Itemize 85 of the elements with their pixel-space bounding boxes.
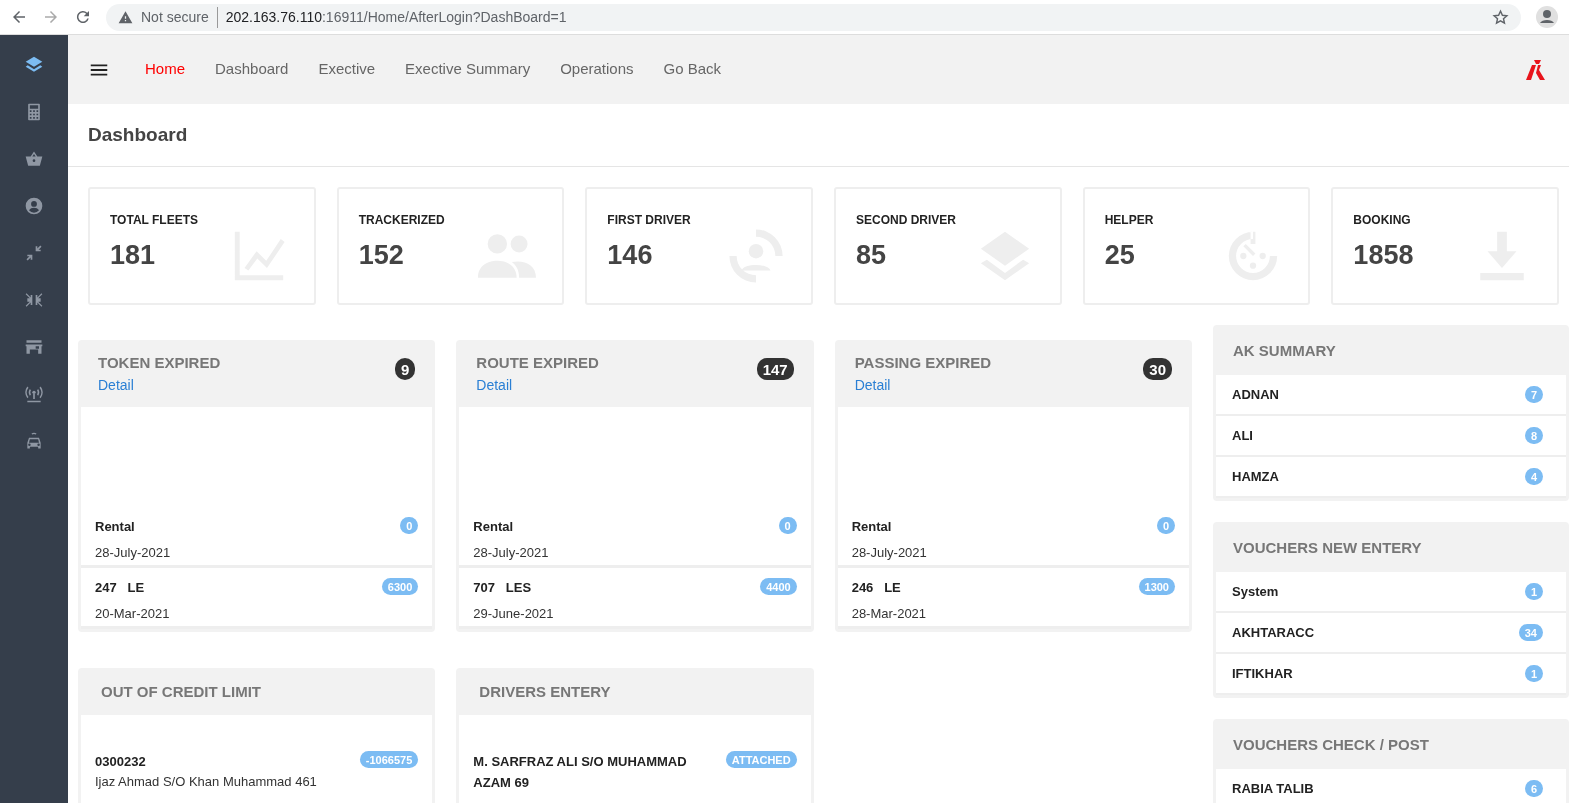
- nav-link[interactable]: Home: [145, 58, 185, 81]
- count-badge: 1: [1524, 583, 1543, 600]
- detail-link[interactable]: Detail: [98, 374, 221, 396]
- nav-link[interactable]: Operations: [560, 58, 634, 81]
- user-name: AKHTARACC: [1232, 623, 1315, 642]
- user-name: ALI: [1232, 426, 1253, 445]
- count-badge: 147: [756, 358, 794, 380]
- stat-label: TOTAL FLEETS: [110, 212, 199, 229]
- count-badge: 7: [1524, 386, 1543, 403]
- collapse-icon[interactable]: [24, 243, 44, 263]
- item-date: 20-Mar-2021: [95, 604, 170, 623]
- user-name: ADNAN: [1232, 385, 1279, 404]
- profile-icon[interactable]: [1535, 5, 1559, 29]
- item-name: M. SARFRAZ ALI S/O MUHAMMAD AZAM 69: [473, 753, 688, 792]
- panel-title: AK SUMMARY: [1233, 341, 1337, 361]
- count-badge: 9: [395, 358, 416, 380]
- panel-title: VOUCHERS NEW ENTERY: [1233, 538, 1423, 558]
- item-detail: Ijaz Ahmad S/O Khan Muhammad 461: [95, 773, 317, 791]
- taxi-icon[interactable]: [24, 431, 44, 451]
- antenna-icon[interactable]: [24, 384, 44, 404]
- status-badge: -1066575: [359, 751, 419, 768]
- page-title: Dashboard: [68, 104, 1569, 167]
- url-text: 202.163.76.110:16911/Home/AfterLogin?DashBoard=1: [225, 7, 567, 27]
- user-name: IFTIKHAR: [1232, 664, 1293, 683]
- account-icon[interactable]: [24, 196, 44, 216]
- forward-icon[interactable]: [42, 8, 60, 26]
- stat-label: FIRST DRIVER: [607, 212, 692, 229]
- item-date: 28-July-2021: [851, 543, 927, 562]
- count-badge: 1: [1524, 665, 1543, 682]
- item-name: 247 LE: [95, 579, 146, 597]
- item-date: 28-July-2021: [473, 543, 549, 562]
- stat-value: 1858: [1353, 239, 1414, 272]
- stat-label: TRACKERIZED: [358, 212, 446, 229]
- nav-link[interactable]: Dashboard: [215, 58, 289, 81]
- item-name: Rental: [95, 518, 136, 536]
- security-label: Not secure: [141, 6, 218, 28]
- item-name: Rental: [473, 518, 515, 536]
- panel-title: OUT OF CREDIT LIMIT: [101, 682, 262, 702]
- item-name: 707 LES: [473, 579, 533, 597]
- stat-label: HELPER: [1104, 212, 1155, 229]
- item-date: 28-July-2021: [95, 543, 171, 562]
- panel-title: VOUCHERS CHECK / POST: [1233, 735, 1430, 755]
- stat-value: 25: [1104, 239, 1135, 272]
- panel-title: DRIVERS ENTERY: [479, 682, 612, 702]
- count-badge: 30: [1143, 358, 1172, 380]
- stat-value: 85: [856, 239, 887, 272]
- basket-icon[interactable]: [24, 149, 44, 169]
- detail-link[interactable]: Detail: [476, 374, 599, 396]
- user-name: RABIA TALIB: [1232, 779, 1314, 798]
- amount-badge: 4400: [760, 578, 797, 595]
- item-name: Rental: [851, 518, 893, 536]
- nav-link[interactable]: Exective Summary: [405, 58, 531, 81]
- status-badge: ATTACHED: [725, 751, 797, 768]
- stat-value: 152: [358, 239, 404, 272]
- stat-label: SECOND DRIVER: [856, 212, 958, 229]
- compress-icon[interactable]: [24, 290, 44, 310]
- item-name: 246 LE: [851, 579, 902, 597]
- amount-badge: 1300: [1138, 578, 1175, 595]
- panel-title: ROUTE EXPIRED: [476, 353, 599, 373]
- item-date: 28-Mar-2021: [851, 604, 927, 623]
- stat-value: 146: [607, 239, 653, 272]
- warning-icon: [118, 9, 133, 25]
- detail-link[interactable]: Detail: [854, 374, 992, 396]
- item-date: 29-June-2021: [473, 604, 554, 623]
- amount-badge: 6300: [381, 578, 419, 595]
- store-icon[interactable]: [24, 337, 44, 357]
- item-name: 0300232: [95, 753, 147, 771]
- reload-icon[interactable]: [74, 8, 92, 26]
- amount-badge: 0: [400, 517, 419, 534]
- user-name: HAMZA: [1232, 467, 1279, 486]
- amount-badge: 0: [778, 517, 797, 534]
- star-icon[interactable]: [1492, 8, 1509, 26]
- count-badge: 4: [1524, 468, 1543, 485]
- address-bar[interactable]: Not secure 202.163.76.110:16911/Home/AfterLogin?DashBoard=1: [106, 3, 1521, 31]
- amount-badge: 0: [1156, 517, 1175, 534]
- nav-link[interactable]: Exective: [318, 58, 376, 81]
- stat-label: BOOKING: [1353, 212, 1412, 229]
- count-badge: 34: [1518, 624, 1543, 641]
- nav-link[interactable]: Go Back: [663, 58, 722, 81]
- stat-value: 181: [110, 239, 156, 272]
- user-name: System: [1232, 582, 1279, 601]
- count-badge: 8: [1524, 427, 1543, 444]
- panel-title: TOKEN EXPIRED: [98, 353, 221, 373]
- count-badge: 6: [1524, 780, 1543, 797]
- panel-title: PASSING EXPIRED: [854, 353, 992, 373]
